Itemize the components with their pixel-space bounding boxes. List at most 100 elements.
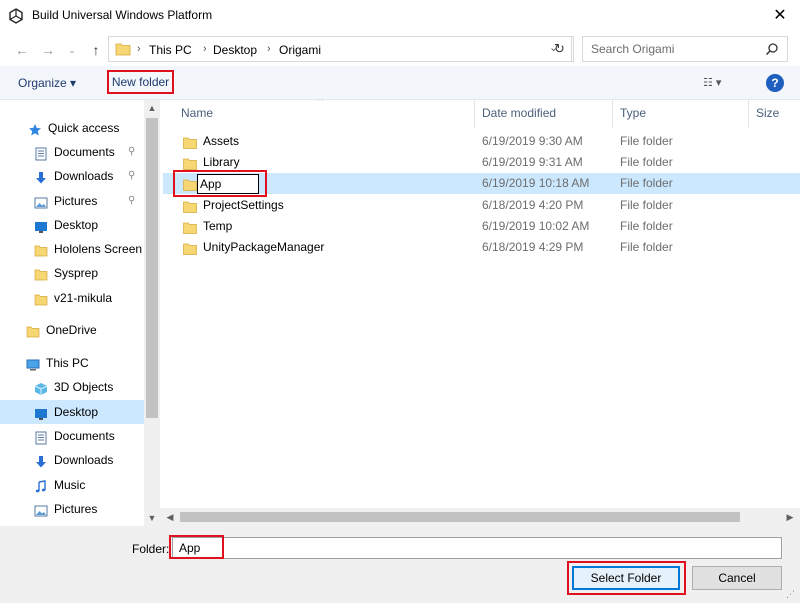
column-divider[interactable]: [612, 100, 613, 128]
file-row-temp[interactable]: Temp 6/19/2019 10:02 AM File folder: [163, 216, 800, 237]
nav-item-label: Pictures: [54, 502, 98, 516]
cancel-button[interactable]: Cancel: [692, 566, 782, 590]
nav-item-onedrive[interactable]: OneDrive: [0, 318, 144, 342]
folder-name-input[interactable]: App: [172, 537, 782, 559]
nav-item-label: 3D Objects: [54, 380, 114, 394]
nav-item-documents[interactable]: Documents ⚲: [0, 140, 144, 164]
resize-grip-icon[interactable]: ⋰: [786, 589, 798, 601]
pictures-icon: [34, 194, 48, 209]
folder-icon: [183, 135, 197, 149]
refresh-button[interactable]: ↻: [548, 36, 572, 62]
nav-item-label: Sysprep: [54, 266, 99, 280]
folder-icon: [34, 291, 48, 306]
nav-item-sysprep[interactable]: Sysprep: [0, 261, 144, 285]
nav-item-desktop[interactable]: Desktop: [0, 213, 144, 237]
scroll-down-icon[interactable]: ▼: [144, 510, 160, 526]
nav-item-label: Documents: [54, 429, 115, 443]
file-name: Temp: [203, 219, 233, 233]
column-header-date[interactable]: Date modified: [482, 106, 556, 120]
help-icon[interactable]: ?: [766, 74, 784, 92]
scroll-up-icon[interactable]: ▲: [144, 100, 160, 116]
downloads-icon: [34, 169, 48, 184]
navigation-pane[interactable]: Quick access Documents ⚲ Downloads ⚲ Pictures…: [0, 100, 160, 528]
up-button[interactable]: ↑: [86, 40, 106, 60]
nav-item-music[interactable]: Music: [0, 473, 144, 497]
computer-icon: [26, 356, 40, 371]
file-date-modified: 6/19/2019 10:02 AM: [482, 219, 590, 233]
file-type: File folder: [620, 219, 673, 233]
scroll-left-icon[interactable]: ◀: [162, 509, 178, 525]
breadcrumb-desktop[interactable]: Desktop: [213, 43, 257, 57]
select-folder-button[interactable]: Select Folder: [572, 566, 680, 590]
file-list[interactable]: ^ Name Date modified Type Size Assets 6/1…: [163, 100, 800, 506]
folder-icon: [34, 266, 48, 281]
nav-item-this-pc[interactable]: This PC: [0, 351, 144, 375]
file-row-assets[interactable]: Assets 6/19/2019 9:30 AM File folder: [163, 131, 800, 152]
nav-item-downloads[interactable]: Downloads ⚲: [0, 164, 144, 188]
recent-locations-icon[interactable]: ⌄: [62, 40, 82, 60]
change-view-button[interactable]: ☷ ▾: [703, 76, 743, 92]
documents-icon: [34, 429, 48, 445]
nav-item-label: This PC: [46, 356, 89, 370]
file-row-unitypackagemanager[interactable]: UnityPackageManager 6/18/2019 4:29 PM File…: [163, 237, 800, 258]
nav-item-label: Desktop: [54, 218, 99, 232]
forward-button[interactable]: →: [38, 40, 58, 60]
search-icon[interactable]: [765, 42, 779, 56]
organize-button[interactable]: Organize ▾: [18, 76, 76, 90]
title-bar[interactable]: Build Universal Windows Platform ✕: [0, 0, 800, 32]
nav-item-downloads[interactable]: Downloads: [0, 448, 144, 472]
horizontal-scrollbar-thumb[interactable]: [180, 512, 740, 522]
new-folder-button[interactable]: New folder: [107, 70, 174, 94]
file-name: UnityPackageManager: [203, 240, 325, 254]
folder-icon: [115, 43, 131, 56]
nav-item-pictures[interactable]: Pictures ⚲: [0, 189, 144, 213]
breadcrumb-separator: ›: [203, 43, 207, 55]
nav-item-pictures[interactable]: Pictures: [0, 497, 144, 521]
nav-item-v21-mikula[interactable]: v21-mikula: [0, 286, 144, 310]
nav-item-documents[interactable]: Documents: [0, 424, 144, 448]
file-date-modified: 6/19/2019 10:18 AM: [482, 176, 590, 190]
search-box[interactable]: [582, 36, 788, 62]
folder-icon: [183, 241, 197, 255]
column-divider[interactable]: [474, 100, 475, 128]
annotation-highlight-box: [169, 535, 224, 559]
desktop-icon: [34, 405, 48, 420]
file-date-modified: 6/19/2019 9:31 AM: [482, 155, 583, 169]
pin-icon: ⚲: [128, 170, 136, 181]
column-header-name[interactable]: Name: [181, 106, 213, 120]
breadcrumb-origami[interactable]: Origami: [279, 43, 321, 57]
pin-icon: ⚲: [128, 146, 136, 157]
command-toolbar: Organize ▾ New folder ☷ ▾ ?: [0, 66, 800, 100]
nav-item-3d-objects[interactable]: 3D Objects: [0, 375, 144, 399]
folder-icon: [183, 199, 197, 213]
file-row-app[interactable]: App 6/19/2019 10:18 AM File folder: [163, 170, 800, 197]
nav-scrollbar-thumb[interactable]: [146, 118, 158, 418]
address-bar[interactable]: › This PC › Desktop › Origami ⌄: [108, 36, 574, 62]
nav-item-label: v21-mikula: [54, 291, 113, 305]
breadcrumb-this-pc[interactable]: This PC: [149, 43, 192, 57]
breadcrumb-separator: ›: [267, 43, 271, 55]
file-row-projectsettings[interactable]: ProjectSettings 6/18/2019 4:20 PM File fol…: [163, 195, 800, 216]
file-type: File folder: [620, 240, 673, 254]
column-header-type[interactable]: Type: [620, 106, 646, 120]
column-divider[interactable]: [748, 100, 749, 128]
close-button[interactable]: ✕: [766, 4, 794, 28]
column-header-size[interactable]: Size: [756, 106, 779, 120]
nav-item-quick-access[interactable]: Quick access: [0, 116, 144, 140]
file-name: ProjectSettings: [203, 198, 284, 212]
folder-icon: [34, 242, 48, 257]
search-input[interactable]: [583, 37, 763, 61]
folder-icon: [26, 323, 40, 338]
unity-logo-icon: [9, 8, 23, 24]
nav-item-desktop[interactable]: Desktop: [0, 400, 144, 424]
downloads-icon: [34, 453, 48, 468]
nav-item-label: Quick access: [48, 121, 120, 135]
nav-item-hololens-screen[interactable]: Hololens Screen: [0, 237, 144, 261]
scroll-right-icon[interactable]: ▶: [782, 509, 798, 525]
back-button[interactable]: ←: [12, 40, 32, 60]
file-date-modified: 6/18/2019 4:20 PM: [482, 198, 584, 212]
window-title: Build Universal Windows Platform: [32, 8, 213, 22]
pin-icon: ⚲: [128, 195, 136, 206]
breadcrumb-separator: ›: [137, 43, 141, 55]
nav-item-label: Hololens Screen: [54, 242, 143, 256]
